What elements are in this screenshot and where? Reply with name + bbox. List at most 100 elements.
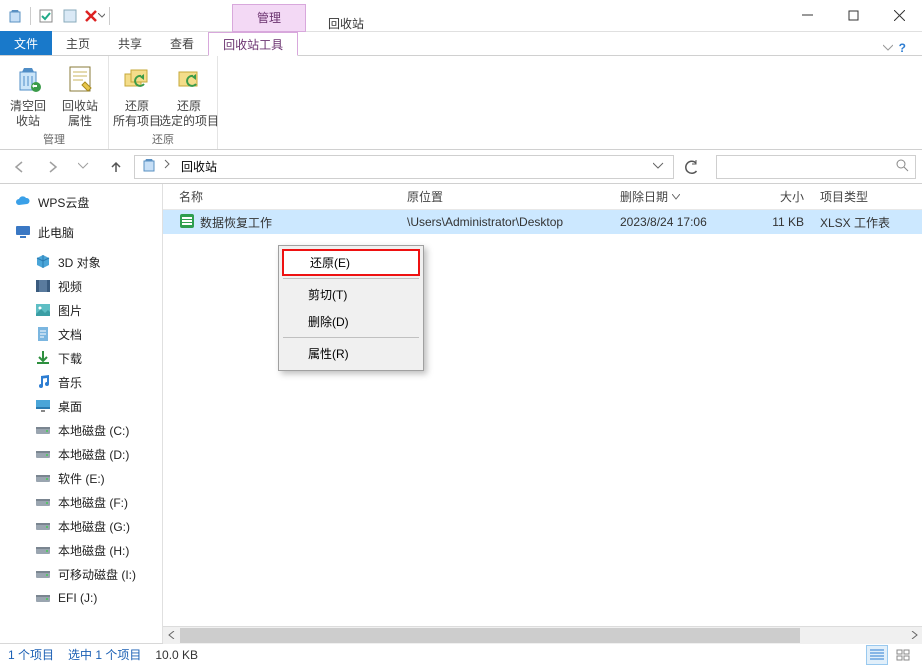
qat-recyclebin-icon[interactable]	[4, 5, 26, 27]
tree-label: 3D 对象	[58, 254, 101, 271]
nav-forward-button[interactable]	[38, 153, 66, 181]
drive-icon	[34, 541, 52, 559]
col-size[interactable]: 大小	[732, 184, 812, 209]
address-bar[interactable]: 回收站	[134, 155, 674, 179]
drive-icon	[34, 421, 52, 439]
file-row[interactable]: 数据恢复工作 \Users\Administrator\Desktop 2023…	[163, 210, 922, 234]
tab-home[interactable]: 主页	[52, 31, 104, 55]
hscroll-track[interactable]	[180, 627, 905, 644]
view-details-button[interactable]	[866, 645, 888, 665]
context-menu: 还原(E) 剪切(T) 删除(D) 属性(R)	[278, 245, 424, 371]
group-manage-label: 管理	[43, 129, 65, 150]
restore-all-label: 还原 所有项目	[113, 99, 161, 129]
nav-recent-dropdown[interactable]	[70, 153, 98, 181]
col-name[interactable]: 名称	[171, 184, 399, 209]
qat-check-icon[interactable]	[35, 5, 57, 27]
qat-separator	[30, 7, 31, 25]
tree-label: 音乐	[58, 374, 82, 391]
qat-close-icon[interactable]	[83, 5, 105, 27]
cm-props[interactable]: 属性(R)	[282, 340, 420, 367]
recycle-props-button[interactable]: 回收站 属性	[58, 60, 102, 129]
context-tab-manage[interactable]: 管理	[232, 4, 306, 32]
tree-item-13[interactable]: 本地磁盘 (G:)	[0, 514, 162, 538]
tree-item-9[interactable]: 本地磁盘 (C:)	[0, 418, 162, 442]
tree-item-8[interactable]: 桌面	[0, 394, 162, 418]
minimize-button[interactable]	[784, 0, 830, 32]
drive-icon	[34, 517, 52, 535]
search-icon	[895, 158, 909, 175]
tree-item-2[interactable]: 3D 对象	[0, 250, 162, 274]
title-bar: 管理 回收站	[0, 0, 922, 32]
nav-back-button[interactable]	[6, 153, 34, 181]
search-box[interactable]	[716, 155, 916, 179]
qat-dropdown-icon[interactable]	[59, 5, 81, 27]
empty-bin-icon	[11, 62, 45, 96]
tree-item-10[interactable]: 本地磁盘 (D:)	[0, 442, 162, 466]
tree-label: 本地磁盘 (D:)	[58, 446, 129, 463]
file-list-pane: 名称 原位置 删除日期 大小 项目类型 数据恢复工作 \Users\Admini…	[163, 184, 922, 643]
maximize-button[interactable]	[830, 0, 876, 32]
tab-view[interactable]: 查看	[156, 31, 208, 55]
restore-sel-icon	[172, 62, 206, 96]
address-dropdown[interactable]	[651, 156, 667, 178]
close-button[interactable]	[876, 0, 922, 32]
nav-up-button[interactable]	[102, 153, 130, 181]
hscroll-thumb[interactable]	[180, 628, 800, 643]
file-orig: \Users\Administrator\Desktop	[399, 215, 612, 229]
horizontal-scrollbar[interactable]	[163, 626, 922, 643]
status-size: 10.0 KB	[155, 648, 198, 662]
tree-item-12[interactable]: 本地磁盘 (F:)	[0, 490, 162, 514]
hscroll-left-icon[interactable]	[163, 627, 180, 644]
hscroll-right-icon[interactable]	[905, 627, 922, 644]
context-tab-area: 管理 回收站	[232, 0, 384, 32]
cm-delete[interactable]: 删除(D)	[282, 308, 420, 335]
help-icon[interactable]: ?	[899, 41, 906, 55]
nav-tree[interactable]: WPS云盘此电脑 3D 对象视频图片文档下载音乐桌面本地磁盘 (C:) 本地磁盘 (…	[0, 184, 163, 643]
tree-item-14[interactable]: 本地磁盘 (H:)	[0, 538, 162, 562]
col-orig[interactable]: 原位置	[399, 184, 612, 209]
status-view-switch	[866, 645, 914, 665]
ribbon-collapse-icon[interactable]	[883, 41, 893, 55]
tree-item-5[interactable]: 文档	[0, 322, 162, 346]
tree-item-7[interactable]: 音乐	[0, 370, 162, 394]
col-deldate[interactable]: 删除日期	[612, 184, 732, 209]
status-bar: 1 个项目 选中 1 个项目 10.0 KB	[0, 643, 922, 665]
restore-selected-button[interactable]: 还原 选定的项目	[167, 60, 211, 129]
ribbon-tabs: 文件 主页 共享 查看 回收站工具 ?	[0, 32, 922, 56]
file-tab[interactable]: 文件	[0, 31, 52, 55]
tree-item-16[interactable]: EFI (J:)	[0, 586, 162, 610]
tree-item-15[interactable]: 可移动磁盘 (I:)	[0, 562, 162, 586]
tree-label: 软件 (E:)	[58, 470, 105, 487]
tree-item-4[interactable]: 图片	[0, 298, 162, 322]
tree-label: 本地磁盘 (G:)	[58, 518, 130, 535]
cm-restore[interactable]: 还原(E)	[282, 249, 420, 276]
cm-cut[interactable]: 剪切(T)	[282, 281, 420, 308]
xlsx-file-icon	[179, 213, 195, 232]
drive-icon	[34, 469, 52, 487]
address-text: 回收站	[181, 158, 217, 175]
desktop-icon	[34, 397, 52, 415]
tree-label: 视频	[58, 278, 82, 295]
film-icon	[34, 277, 52, 295]
tree-item-0[interactable]: WPS云盘	[0, 190, 162, 214]
tab-recycle-tools[interactable]: 回收站工具	[208, 32, 298, 56]
addr-chevron-icon[interactable]	[163, 159, 175, 174]
col-type[interactable]: 项目类型	[812, 184, 922, 209]
qat-separator	[109, 7, 110, 25]
tree-label: 本地磁盘 (F:)	[58, 494, 128, 511]
drive-icon	[34, 445, 52, 463]
restore-all-button[interactable]: 还原 所有项目	[115, 60, 159, 129]
drive-icon	[34, 589, 52, 607]
refresh-button[interactable]	[678, 153, 706, 181]
restore-all-icon	[120, 62, 154, 96]
view-large-button[interactable]	[892, 645, 914, 665]
tree-item-11[interactable]: 软件 (E:)	[0, 466, 162, 490]
tree-label: 可移动磁盘 (I:)	[58, 566, 136, 583]
cm-separator	[283, 278, 419, 279]
tree-item-3[interactable]: 视频	[0, 274, 162, 298]
tab-share[interactable]: 共享	[104, 31, 156, 55]
tree-item-1[interactable]: 此电脑	[0, 220, 162, 244]
sort-desc-icon	[672, 194, 680, 200]
empty-recycle-button[interactable]: 清空回 收站	[6, 60, 50, 129]
tree-item-6[interactable]: 下载	[0, 346, 162, 370]
